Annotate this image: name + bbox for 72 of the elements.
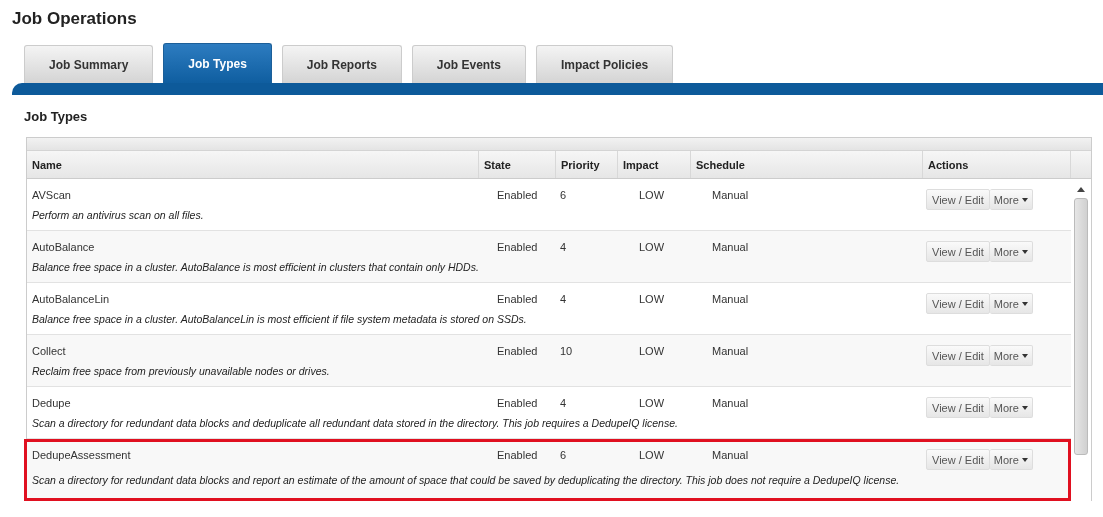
caret-icon [1021,197,1028,202]
scroll-thumb[interactable] [1074,198,1088,455]
schedule-cell-text: Manual [711,397,750,411]
impact-cell-text: LOW [638,189,666,203]
job-name: Dedupe [31,397,72,411]
job-description: Balance free space in a cluster. AutoBalanceLin is most efficient if file system metadata is stored on SSDs. [31,313,528,327]
more-button[interactable]: More [989,397,1033,418]
job-description: Perform an antivirus scan on all files. [31,209,205,223]
impact-cell-text: LOW [638,397,666,411]
caret-icon [1021,405,1028,410]
column-header: Priority [556,151,618,178]
tab[interactable]: Job Reports [281,45,402,83]
job-name: AVScan [31,189,72,203]
column-header: Schedule [691,151,923,178]
job-name: Collect [31,345,67,359]
state-cell-text: Enabled [497,293,539,307]
job-description: Scan a directory for redundant data blocks and deduplicate all redundant data stored in the directory. This job requires a DedupeIQ license. [31,417,679,431]
schedule-cell-text: Manual [711,293,750,307]
caret-icon [1021,249,1028,254]
tab[interactable]: Job Events [411,45,526,83]
impact-cell-text: LOW [638,241,666,255]
job-description: Balance free space in a cluster. AutoBalance is most efficient in clusters that contain only HDDs. [31,261,480,275]
state-cell-text: Enabled [497,345,539,359]
table-row[interactable]: Collect Enabled 10 LOW Manual View / Edit More Reclaim free space from previously unavailable nodes or drives. [27,335,1071,387]
view-edit-button[interactable]: View / Edit [926,293,990,314]
impact-cell-text: LOW [638,449,666,463]
state-cell-text: Enabled [497,241,539,255]
more-button[interactable]: More [989,449,1033,470]
column-header: Actions [923,151,1071,178]
priority-cell-text: 6 [559,189,568,203]
tab[interactable]: Impact Policies [535,45,674,83]
job-name: AutoBalance [31,241,96,255]
table-row[interactable] [24,439,1071,501]
view-edit-button[interactable]: View / Edit [926,241,990,262]
more-button[interactable]: More [989,189,1033,210]
schedule-cell-text: Manual [711,449,750,463]
priority-cell-text: 4 [559,241,568,255]
caret-icon [1021,301,1028,306]
column-header: Name [27,151,479,178]
column-header: State [479,151,556,178]
table-row[interactable]: AutoBalance Enabled 4 LOW Manual View / Edit More Balance free space in a cluster. AutoBalance is most efficient in clusters that contain only HDDs. [27,231,1071,283]
priority-cell-text: 10 [559,345,574,359]
scroll-up-icon [1077,187,1085,192]
impact-cell-text: LOW [638,345,666,359]
caret-icon [1021,457,1028,462]
priority-cell-text: 4 [559,397,568,411]
state-cell-text: Enabled [497,397,539,411]
schedule-cell-text: Manual [711,189,750,203]
schedule-cell-text: Manual [711,345,750,359]
state-cell-text: Enabled [497,449,539,463]
job-name: DedupeAssessment [31,449,132,463]
priority-cell-text: 6 [559,449,568,463]
schedule-cell-text: Manual [711,241,750,255]
tab[interactable]: Job Summary [24,45,154,83]
column-header: Impact [618,151,691,178]
caret-icon [1021,353,1028,358]
view-edit-button[interactable]: View / Edit [926,449,990,470]
more-button[interactable]: More [989,241,1033,262]
view-edit-button[interactable]: View / Edit [926,345,990,366]
section-title: Job Types [23,108,89,126]
job-name: AutoBalanceLin [31,293,111,307]
tab[interactable]: Job Types [163,43,272,83]
job-description: Scan a directory for redundant data blocks and report an estimate of the amount of space that could be saved by deduplicating the directory. This job does not require a DedupeIQ license. [31,474,901,488]
more-button[interactable]: More [989,293,1033,314]
priority-cell-text: 4 [559,293,568,307]
state-cell-text: Enabled [497,189,539,203]
job-description: Reclaim free space from previously unavailable nodes or drives. [31,365,331,379]
view-edit-button[interactable]: View / Edit [926,397,990,418]
page-title: Job Operations [12,8,138,30]
view-edit-button[interactable]: View / Edit [926,189,990,210]
more-button[interactable]: More [989,345,1033,366]
impact-cell-text: LOW [638,293,666,307]
